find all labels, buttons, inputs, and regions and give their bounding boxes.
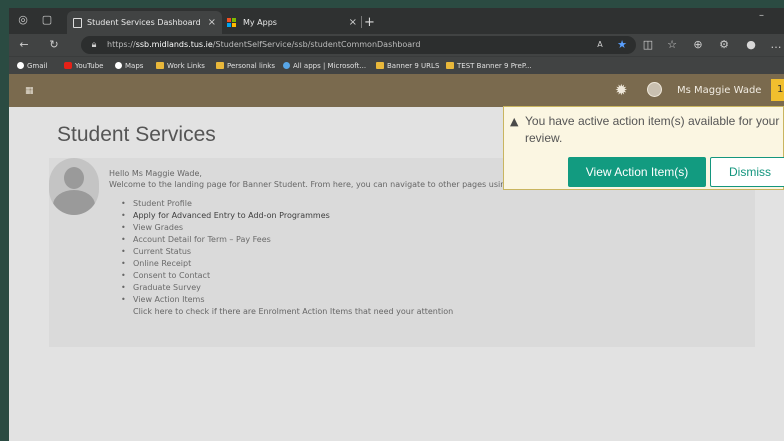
link-account-detail[interactable]: Account Detail for Term – Pay Fees: [121, 234, 330, 246]
url-path: /StudentSelfService/ssb/studentCommonDas…: [212, 40, 421, 49]
gear-icon[interactable]: ✹: [615, 81, 628, 99]
page-title: Student Services: [57, 123, 216, 146]
bookmarks-bar: Gmail YouTube Maps Work Links Personal l…: [9, 56, 784, 74]
url-host: ssb.midlands.tus.ie: [135, 40, 213, 49]
welcome-text: Welcome to the landing page for Banner S…: [109, 180, 517, 189]
warning-icon: ▲: [510, 115, 519, 128]
bookmark-label: YouTube: [75, 62, 104, 70]
bookmark-banner9-urls[interactable]: Banner 9 URLS: [376, 57, 439, 75]
bookmark-label: Work Links: [167, 62, 205, 70]
bookmark-maps[interactable]: Maps: [115, 57, 143, 75]
tab-actions-icon[interactable]: ▢: [41, 14, 53, 26]
dismiss-button[interactable]: Dismiss: [710, 157, 784, 187]
gmail-icon: [17, 62, 24, 69]
action-items-popup: ▲ You have active action item(s) availab…: [503, 106, 784, 190]
link-consent-to-contact[interactable]: Consent to Contact: [121, 270, 330, 282]
avatar-body-shape: [53, 190, 95, 215]
link-advanced-entry[interactable]: Apply for Advanced Entry to Add-on Progr…: [121, 210, 330, 222]
app-header: ▦ ✹ Ms Maggie Wade 1: [9, 74, 784, 107]
bookmark-gmail[interactable]: Gmail: [17, 57, 47, 75]
workspaces-icon[interactable]: ◎: [17, 14, 29, 26]
url-scheme: https://: [107, 40, 136, 49]
page-icon: [73, 18, 82, 28]
link-view-grades[interactable]: View Grades: [121, 222, 330, 234]
microsoft-icon: [283, 62, 290, 69]
close-tab-icon[interactable]: ×: [208, 11, 216, 34]
navigation-links: Student Profile Apply for Advanced Entry…: [121, 198, 330, 306]
link-online-receipt[interactable]: Online Receipt: [121, 258, 330, 270]
address-bar-row: ← ↻ 🔒︎ https://ssb.midlands.tus.ie/Stude…: [9, 34, 784, 56]
youtube-icon: [64, 62, 72, 69]
url-text: https://ssb.midlands.tus.ie/StudentSelfS…: [107, 36, 420, 54]
popup-message: You have active action item(s) available…: [525, 114, 780, 145]
profile-avatar: [49, 158, 99, 215]
close-tab-icon[interactable]: ×: [349, 11, 357, 34]
refresh-icon[interactable]: ↻: [47, 38, 61, 52]
profile-icon[interactable]: ●: [744, 38, 758, 52]
tab-my-apps[interactable]: My Apps ×: [223, 11, 363, 34]
more-options-icon[interactable]: …: [769, 38, 783, 52]
split-screen-icon[interactable]: ◫: [641, 38, 655, 52]
folder-icon: [446, 62, 454, 69]
window-frame-top: [0, 0, 784, 8]
folder-icon: [156, 62, 164, 69]
favorites-icon[interactable]: ☆: [665, 38, 679, 52]
action-items-note[interactable]: Click here to check if there are Enrolme…: [133, 307, 453, 316]
read-aloud-icon[interactable]: A: [593, 38, 607, 52]
minimize-button[interactable]: –: [759, 10, 764, 21]
favorite-star-icon[interactable]: ★: [615, 38, 629, 52]
new-tab-button[interactable]: +: [364, 11, 384, 34]
lock-icon[interactable]: 🔒︎: [87, 38, 101, 52]
greeting-text: Hello Ms Maggie Wade,: [109, 169, 202, 178]
folder-icon: [376, 62, 384, 69]
notification-badge[interactable]: 1: [771, 79, 784, 101]
bookmark-label: Gmail: [27, 62, 48, 70]
link-student-profile[interactable]: Student Profile: [121, 198, 330, 210]
bookmark-work-links[interactable]: Work Links: [156, 57, 205, 75]
bookmark-all-apps[interactable]: All apps | Microsoft...: [283, 57, 366, 75]
window-frame-left: [0, 0, 9, 441]
extensions-icon[interactable]: ⚙: [717, 38, 731, 52]
bookmark-label: Personal links: [227, 62, 276, 70]
link-current-status[interactable]: Current Status: [121, 246, 330, 258]
view-action-items-button[interactable]: View Action Item(s): [568, 157, 706, 187]
bookmark-label: Maps: [125, 62, 144, 70]
url-input[interactable]: 🔒︎ https://ssb.midlands.tus.ie/StudentSe…: [81, 36, 636, 54]
app-menu-grid-icon[interactable]: ▦: [25, 87, 34, 96]
user-avatar-icon[interactable]: [647, 82, 662, 97]
bookmark-personal-links[interactable]: Personal links: [216, 57, 275, 75]
user-name[interactable]: Ms Maggie Wade: [677, 74, 761, 107]
bookmark-label: TEST Banner 9 PreP...: [457, 62, 532, 70]
tab-separator: [361, 16, 362, 28]
collections-icon[interactable]: ⊕: [691, 38, 705, 52]
link-graduate-survey[interactable]: Graduate Survey: [121, 282, 330, 294]
maps-icon: [115, 62, 122, 69]
bookmark-test-banner9[interactable]: TEST Banner 9 PreP...: [446, 57, 532, 75]
tab-title: Student Services Dashboard: [87, 18, 201, 27]
bookmark-youtube[interactable]: YouTube: [64, 57, 103, 75]
link-view-action-items[interactable]: View Action Items: [121, 294, 330, 306]
tab-title: My Apps: [243, 18, 277, 27]
browser-titlebar: ◎ ▢ Student Services Dashboard × My Apps…: [9, 8, 784, 34]
tab-student-services[interactable]: Student Services Dashboard ×: [67, 11, 222, 34]
bookmark-label: All apps | Microsoft...: [293, 62, 367, 70]
back-arrow-icon[interactable]: ←: [17, 38, 31, 52]
folder-icon: [216, 62, 224, 69]
avatar-head-shape: [64, 167, 84, 189]
bookmark-label: Banner 9 URLS: [387, 62, 440, 70]
microsoft-icon: [227, 18, 237, 28]
